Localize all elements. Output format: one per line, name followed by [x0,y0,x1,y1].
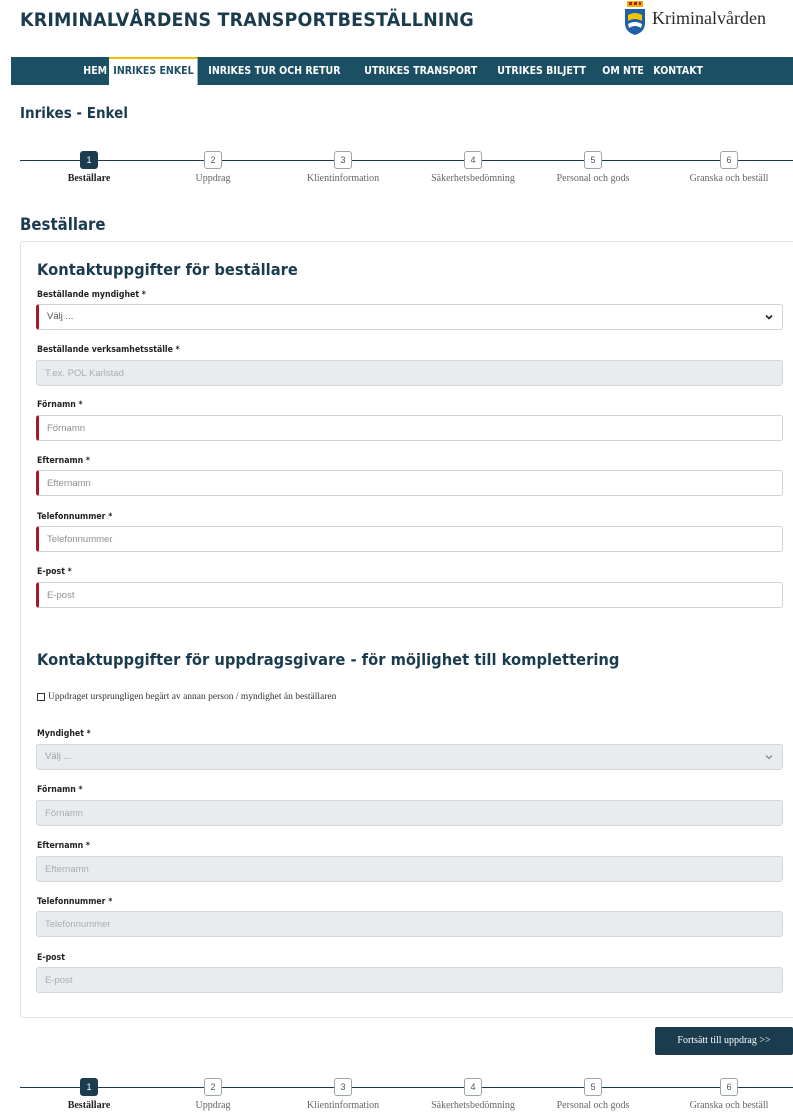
orderer-unit-field[interactable] [36,360,783,386]
chevron-down-icon [765,314,773,320]
site-title: KRIMINALVÅRDENS TRANSPORTBESTÄLLNING [20,9,474,31]
step-3[interactable]: 3 Klientinformation [283,1074,403,1111]
orderer-email-label: E-post * [37,567,72,577]
nav-item-om-nte[interactable]: OM NTE [598,57,648,85]
client-email-field[interactable] [36,967,783,993]
orderer-first-name-label: Förnamn * [37,400,83,410]
step-number[interactable]: 1 [80,1078,98,1096]
nav-item-inrikes-tur-och-retur[interactable]: INRIKES TUR OCH RETUR [204,57,345,85]
client-authority-select[interactable]: Välj ... [36,744,783,770]
step-number[interactable]: 5 [584,151,602,169]
orderer-last-name-input[interactable] [39,471,782,495]
client-email-label: E-post [37,953,65,963]
orderer-first-name-field[interactable] [36,415,783,441]
checkbox-box[interactable] [37,693,45,701]
step-6[interactable]: 6 Granska och beställ [669,147,789,184]
step-5[interactable]: 5 Personal och gods [533,147,653,184]
nav-item-kontakt[interactable]: KONTAKT [649,57,707,85]
nav-items: HEM INRIKES ENKEL INRIKES TUR OCH RETUR UTR… [79,57,708,85]
step-number[interactable]: 2 [204,151,222,169]
section-heading: Beställare [20,215,106,235]
step-number[interactable]: 4 [464,151,482,169]
step-number[interactable]: 3 [334,1078,352,1096]
orderer-phone-field[interactable] [36,526,783,552]
orderer-authority-select[interactable]: Välj ... [36,304,783,330]
step-label: Beställare [67,173,111,184]
step-6[interactable]: 6 Granska och beställ [669,1074,789,1111]
orderer-phone-input[interactable] [39,527,782,551]
chevron-down-icon [765,755,773,760]
orderer-last-name-field[interactable] [36,470,783,496]
orderer-authority-value: Välj ... [47,311,74,322]
step-label: Uppdrag [195,173,231,184]
step-label: Personal och gods [556,173,630,184]
orderer-email-input[interactable] [39,583,782,607]
step-label: Säkerhetsbedömning [431,1100,515,1111]
step-label: Klientinformation [306,1100,380,1111]
progress-stepper-top: 1 Beställare 2 Uppdrag 3 Klientinformation 4 Sä… [20,147,793,189]
main-navigation: HEM INRIKES ENKEL INRIKES TUR OCH RETUR UTR… [11,57,793,85]
step-1[interactable]: 1 Beställare [29,147,149,184]
step-label: Säkerhetsbedömning [431,173,515,184]
orderer-contact-heading: Kontaktuppgifter för beställare [37,260,298,279]
orderer-unit-input[interactable] [37,361,782,385]
step-number[interactable]: 3 [334,151,352,169]
client-first-name-input[interactable] [37,801,782,825]
client-first-name-label: Förnamn * [37,785,83,795]
kriminalvarden-logo[interactable]: Kriminalvården [624,0,766,36]
client-last-name-field[interactable] [36,856,783,882]
continue-to-assignment-button[interactable]: Fortsätt till uppdrag >> [655,1027,793,1055]
other-requester-checkbox[interactable]: Uppdraget ursprungligen begärt av annan … [37,692,336,702]
step-number[interactable]: 6 [720,151,738,169]
step-number[interactable]: 1 [80,151,98,169]
nav-item-utrikes-biljett[interactable]: UTRIKES BILJETT [493,57,590,85]
orderer-email-field[interactable] [36,582,783,608]
client-phone-label: Telefonnummer * [37,897,113,907]
step-number[interactable]: 5 [584,1078,602,1096]
step-4[interactable]: 4 Säkerhetsbedömning [413,1074,533,1111]
step-label: Uppdrag [195,1100,231,1111]
orderer-unit-label: Beställande verksamhetsställe * [37,345,180,355]
client-contact-heading: Kontaktuppgifter för uppdragsgivare - fö… [37,650,620,669]
progress-stepper-bottom: 1 Beställare 2 Uppdrag 3 Klientinformation 4 Sä… [20,1074,793,1116]
client-email-input[interactable] [37,968,782,992]
step-number[interactable]: 6 [720,1078,738,1096]
client-last-name-input[interactable] [37,857,782,881]
client-last-name-label: Efternamn * [37,841,91,851]
step-5[interactable]: 5 Personal och gods [533,1074,653,1111]
client-phone-field[interactable] [36,911,783,937]
step-3[interactable]: 3 Klientinformation [283,147,403,184]
step-label: Klientinformation [306,173,380,184]
orderer-last-name-label: Efternamn * [37,456,91,466]
client-authority-value: Välj ... [45,751,72,762]
step-label: Personal och gods [556,1100,630,1111]
client-phone-input[interactable] [37,912,782,936]
step-label: Beställare [67,1100,111,1111]
step-label: Granska och beställ [689,173,769,184]
client-authority-label: Myndighet * [37,729,91,739]
step-2[interactable]: 2 Uppdrag [153,1074,273,1111]
nav-item-hem[interactable]: HEM [79,57,111,85]
step-4[interactable]: 4 Säkerhetsbedömning [413,147,533,184]
nav-item-utrikes-transport[interactable]: UTRIKES TRANSPORT [360,57,482,85]
client-first-name-field[interactable] [36,800,783,826]
checkbox-label: Uppdraget ursprungligen begärt av annan … [48,692,337,702]
form-card [20,241,793,1018]
step-number[interactable]: 2 [204,1078,222,1096]
step-number[interactable]: 4 [464,1078,482,1096]
step-label: Granska och beställ [689,1100,769,1111]
logo-text: Kriminalvården [652,7,766,28]
orderer-phone-label: Telefonnummer * [37,512,113,522]
orderer-first-name-input[interactable] [39,416,782,440]
nav-item-inrikes-enkel[interactable]: INRIKES ENKEL [108,57,198,85]
step-2[interactable]: 2 Uppdrag [153,147,273,184]
orderer-authority-label: Beställande myndighet * [37,290,146,300]
shield-crest-icon [625,1,645,35]
step-1[interactable]: 1 Beställare [29,1074,149,1111]
page-heading: Inrikes - Enkel [20,104,128,122]
